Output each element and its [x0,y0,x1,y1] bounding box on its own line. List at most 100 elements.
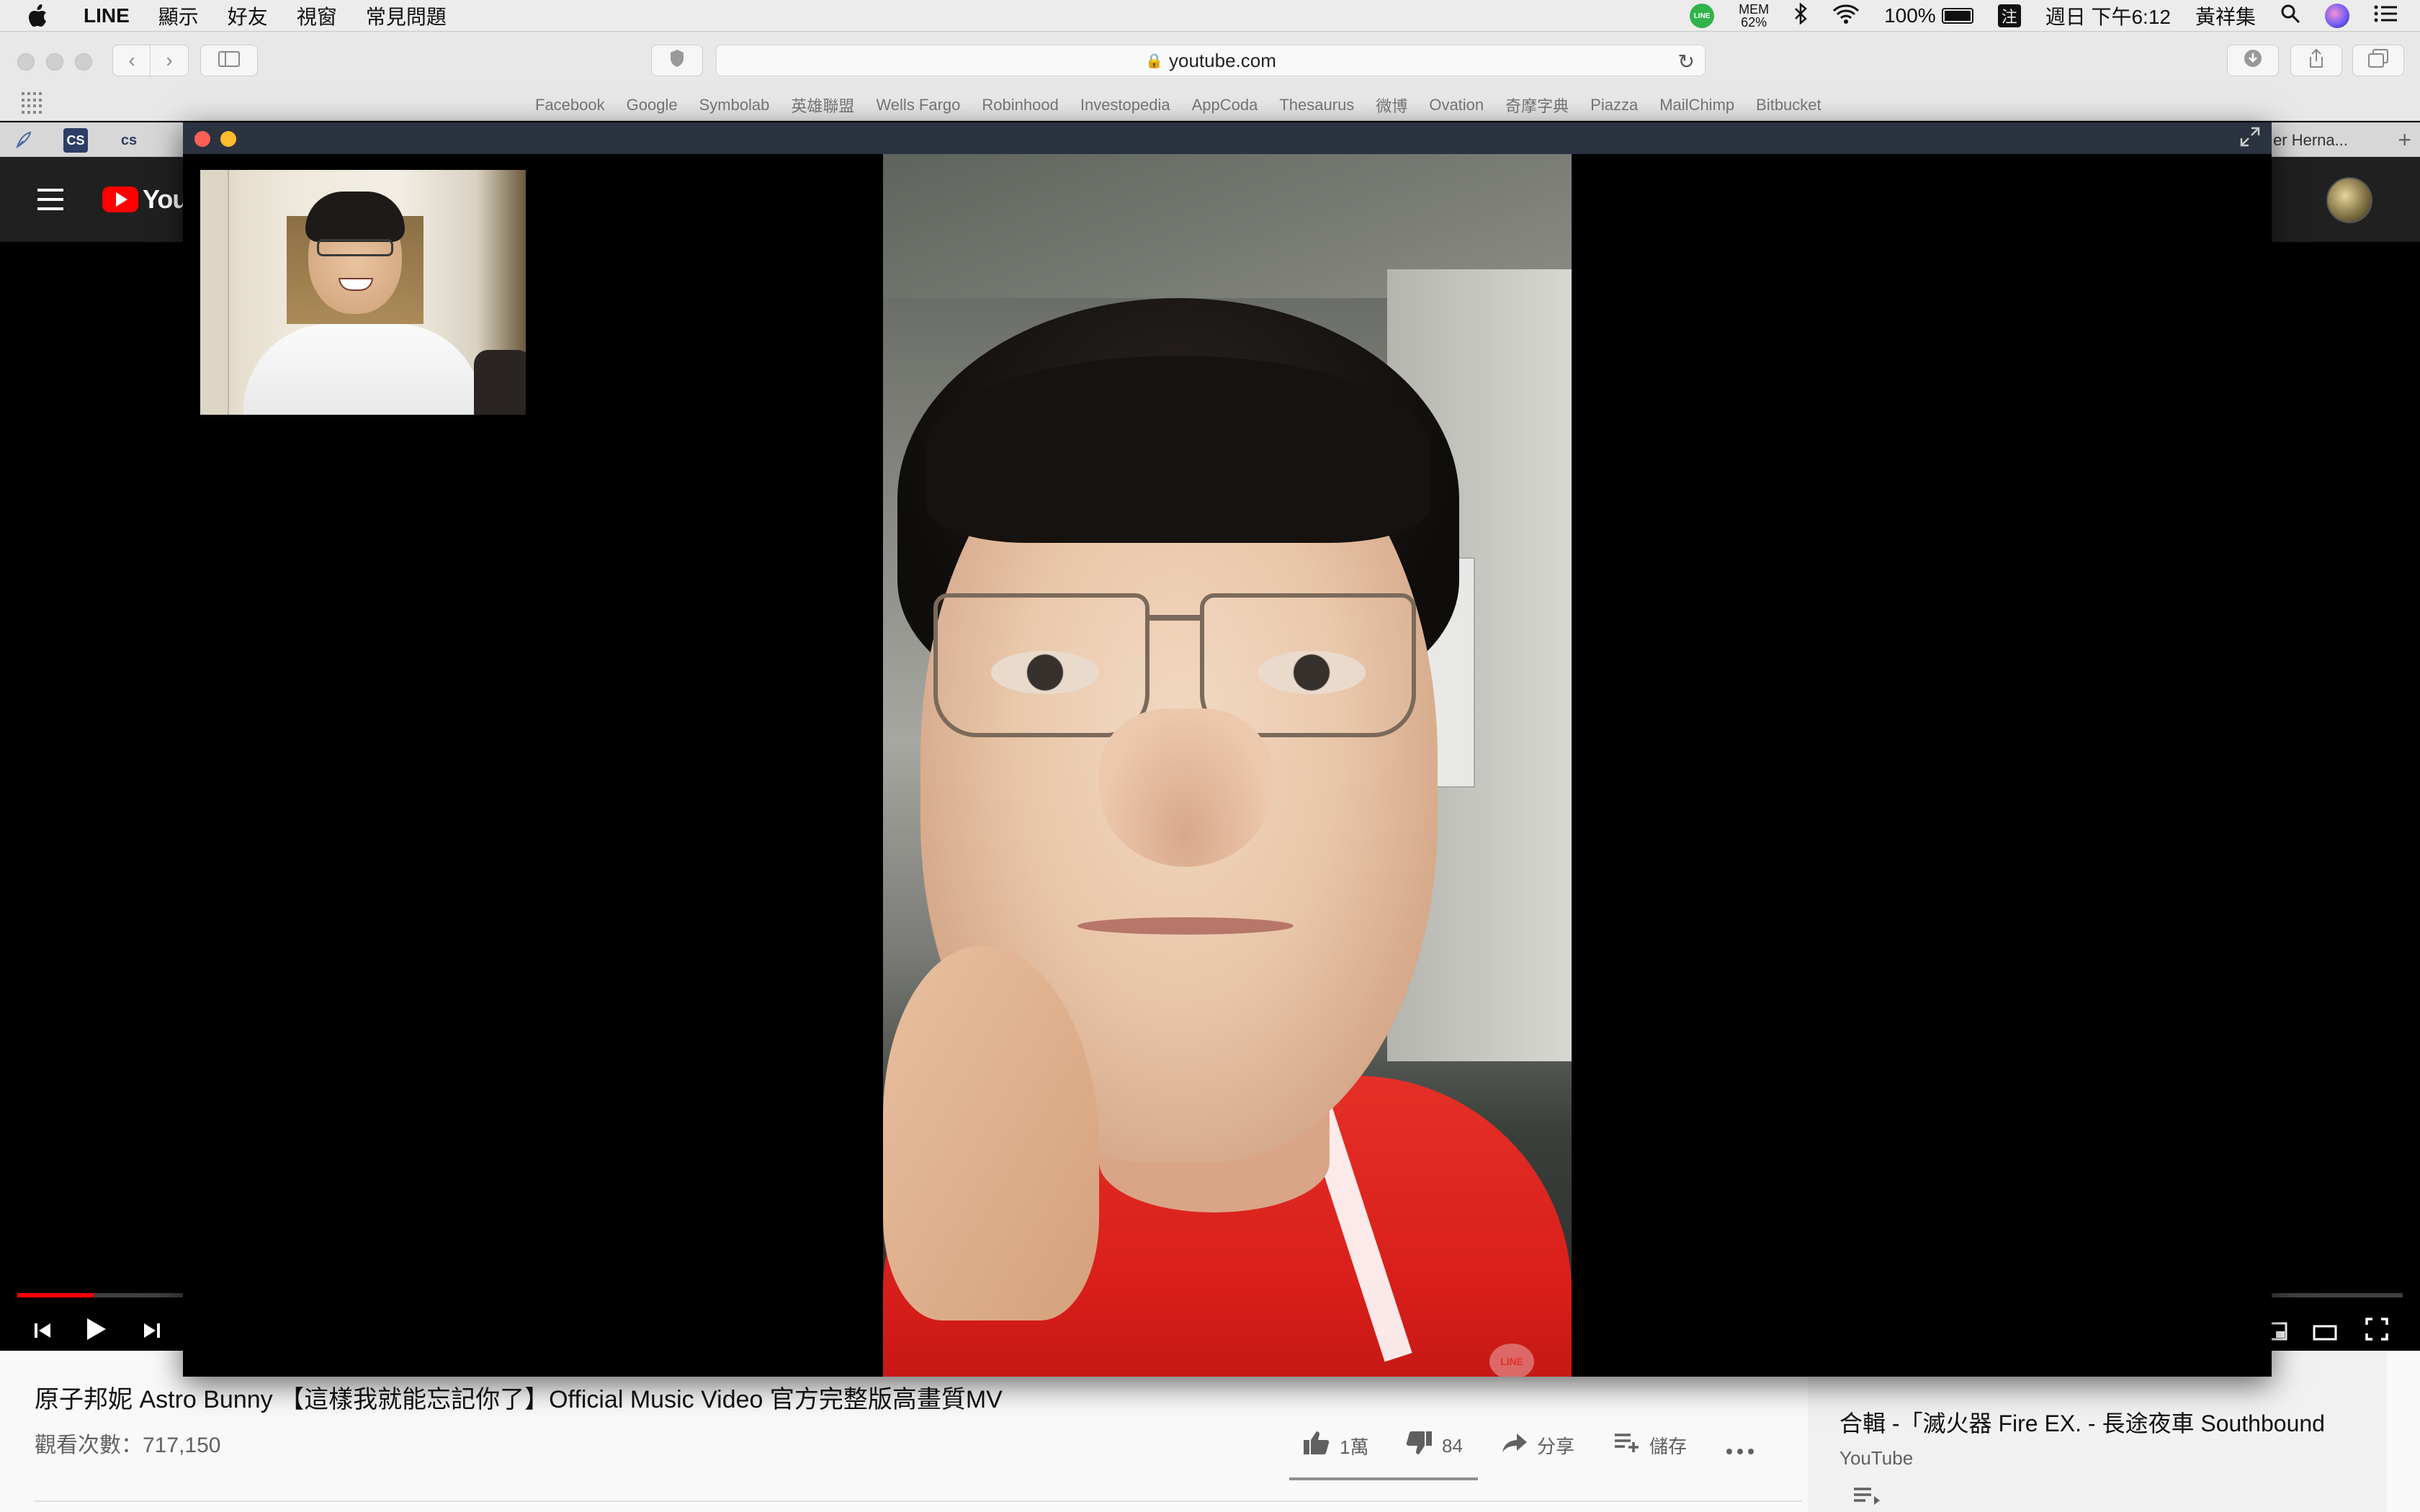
bookmark-appcoda[interactable]: AppCoda [1192,96,1258,114]
wifi-icon[interactable] [1832,4,1860,29]
address-bar[interactable]: 🔒 youtube.com ↻ [716,45,1706,76]
siri-icon[interactable] [2325,4,2349,28]
skip-next-icon [141,1317,161,1347]
back-button[interactable]: ‹ [112,45,151,76]
more-actions-button[interactable] [1726,1430,1754,1462]
share-arrow-icon [1501,1430,1528,1460]
memory-monitor[interactable]: MEM 62% [1739,3,1769,29]
bookmark-mailchimp[interactable]: MailChimp [1659,96,1734,114]
menu-friends[interactable]: 好友 [228,1,268,30]
chevron-left-icon: ‹ [128,49,135,71]
bookmark-wells-fargo[interactable]: Wells Fargo [876,96,960,114]
expand-icon[interactable] [2240,127,2260,152]
like-count: 1萬 [1340,1436,1369,1458]
bookmark-symbolab[interactable]: Symbolab [699,96,770,114]
forward-button[interactable]: › [150,45,189,76]
window-controls [17,53,92,71]
clock[interactable]: 週日 下午6:12 [2045,1,2171,30]
share-video-button[interactable]: 分享 [1501,1430,1574,1460]
self-view-glasses [317,239,393,256]
bookmark-investopedia[interactable]: Investopedia [1080,96,1170,114]
show-tabs-button[interactable] [2352,45,2404,76]
theater-mode-button[interactable] [2303,1310,2347,1354]
line-video-call-window: LINE [183,122,2272,1377]
bookmarks-bar: Facebook Google Symbolab 英雄聯盟 Wells Farg… [0,89,2420,121]
play-icon [86,1317,107,1348]
battery-percent: 100% [1884,4,1936,27]
fullscreen-button[interactable] [2355,1310,2398,1354]
pinned-tab-cs[interactable]: CS [63,128,88,153]
line-minimize-button[interactable] [220,131,236,147]
queue-list-icon[interactable] [1852,1485,1881,1512]
video-progress-fill [17,1293,94,1297]
share-button[interactable] [2290,45,2342,76]
window-minimize-button[interactable] [46,53,63,71]
window-zoom-button[interactable] [75,53,92,71]
memory-value: 62% [1741,15,1767,30]
play-button[interactable] [75,1310,118,1354]
more-horizontal-icon [1726,1430,1754,1462]
previous-video-button[interactable] [22,1310,65,1354]
menu-faq[interactable]: 常見問題 [366,1,447,30]
sidebar-toggle-button[interactable] [200,45,258,76]
next-video-button[interactable] [130,1310,173,1354]
self-view-bag [474,350,526,415]
menu-bar: LINE 顯示 好友 視窗 常見問題 LINE MEM 62% 100% 注 週… [0,0,2420,32]
fullscreen-icon [2365,1317,2388,1347]
thumbs-down-icon [1404,1430,1433,1462]
bookmark-facebook[interactable]: Facebook [535,96,605,114]
thumbs-up-icon [1302,1430,1331,1462]
line-call-titlebar[interactable] [183,122,2272,154]
skip-previous-icon [33,1317,53,1347]
bookmark-ovation[interactable]: Ovation [1429,96,1484,114]
remote-glasses-bridge [1148,615,1203,621]
like-button[interactable]: 1萬 [1302,1430,1368,1462]
reload-icon[interactable]: ↻ [1678,50,1695,73]
notification-center-icon[interactable] [2374,4,2398,28]
bluetooth-icon[interactable] [1793,1,1808,30]
user-name[interactable]: 黃祥集 [2195,1,2256,30]
download-icon [2244,49,2262,73]
line-watermark-logo: LINE [1489,1344,1534,1377]
privacy-report-button[interactable] [651,45,703,76]
pinned-tab-cs-lowercase[interactable]: cs [117,128,141,153]
new-tab-plus-icon[interactable]: + [2398,127,2411,153]
window-close-button[interactable] [17,53,35,71]
dislike-button[interactable]: 84 [1404,1430,1463,1462]
bookmark-google[interactable]: Google [627,96,678,114]
line-close-button[interactable] [194,131,210,147]
pinned-tab-feather-icon[interactable] [12,128,36,153]
theater-mode-icon [2313,1317,2337,1347]
bookmark-thesaurus[interactable]: Thesaurus [1279,96,1354,114]
bookmark-league-of-legends[interactable]: 英雄聯盟 [791,94,854,117]
self-view-shirt [243,324,483,415]
mix-playlist-title[interactable]: 合輯 -「滅火器 Fire EX. - 長途夜車 Southbound [1839,1405,2325,1439]
downloads-button[interactable] [2227,45,2279,76]
line-status-icon[interactable]: LINE [1690,4,1715,28]
tabs-overview-icon [2368,48,2388,73]
avatar[interactable] [2326,177,2372,223]
spotlight-search-icon[interactable] [2280,4,2300,29]
like-ratio-bar [1289,1477,1478,1480]
bookmark-weibo[interactable]: 微博 [1376,94,1407,117]
self-view-closet [200,170,229,415]
bookmark-yahoo-dictionary[interactable]: 奇摩字典 [1505,94,1569,117]
share-icon [2308,48,2325,73]
url-text: youtube.com [1169,49,1276,71]
save-to-playlist-button[interactable]: 儲存 [1613,1430,1687,1460]
menu-app-line[interactable]: LINE [84,4,130,27]
input-method-icon[interactable]: 注 [1997,4,2021,27]
menu-view[interactable]: 顯示 [158,1,199,30]
apple-menu-icon[interactable] [27,4,49,28]
bookmark-bitbucket[interactable]: Bitbucket [1756,96,1821,114]
video-title: 原子邦妮 Astro Bunny 【這樣我就能忘記你了】Official Mus… [35,1386,1003,1413]
remote-video-feed[interactable]: LINE [883,154,1572,1377]
self-camera-preview[interactable] [200,170,526,415]
bookmark-robinhood[interactable]: Robinhood [982,96,1058,114]
tab-title[interactable]: er Herna... [2273,131,2348,150]
hamburger-menu-icon[interactable] [37,189,63,210]
bookmark-piazza[interactable]: Piazza [1590,96,1638,114]
dislike-count: 84 [1442,1435,1463,1457]
menu-window[interactable]: 視窗 [297,1,337,30]
battery-status[interactable]: 100% [1884,4,1973,27]
